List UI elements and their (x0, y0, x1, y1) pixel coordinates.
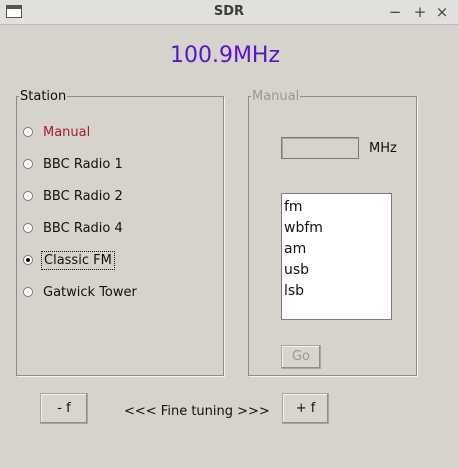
station-option-bbc-radio-4[interactable]: BBC Radio 4 (23, 217, 125, 239)
manual-group-legend: Manual (252, 89, 300, 104)
station-option-label: Manual (43, 124, 91, 140)
station-option-label: BBC Radio 4 (43, 220, 123, 236)
radio-button-bbc-radio-4[interactable] (23, 223, 33, 233)
fine-tuning-label: <<< Fine tuning >>> (124, 404, 270, 419)
station-option-label: Classic FM (41, 250, 115, 270)
station-option-label: BBC Radio 2 (43, 188, 123, 204)
radio-button-classic-fm[interactable] (23, 255, 33, 265)
minimize-button[interactable]: − (386, 2, 404, 22)
radio-button-bbc-radio-2[interactable] (23, 191, 33, 201)
station-option-manual[interactable]: Manual (23, 121, 92, 143)
mode-item-lsb[interactable]: lsb (284, 281, 391, 302)
station-option-label: BBC Radio 1 (43, 156, 123, 172)
station-group-legend: Station (20, 89, 67, 104)
radio-button-gatwick-tower[interactable] (23, 287, 33, 297)
station-option-label: Gatwick Tower (43, 284, 137, 300)
mhz-unit-label: MHz (369, 141, 397, 156)
close-button[interactable]: × (433, 2, 451, 22)
radio-button-bbc-radio-1[interactable] (23, 159, 33, 169)
mode-item-am[interactable]: am (284, 239, 391, 260)
go-button[interactable]: Go (281, 345, 321, 369)
maximize-button[interactable]: + (411, 2, 429, 22)
title-bar[interactable]: SDR − + × (0, 0, 458, 25)
mode-item-usb[interactable]: usb (284, 260, 391, 281)
station-option-bbc-radio-1[interactable]: BBC Radio 1 (23, 153, 125, 175)
station-option-gatwick-tower[interactable]: Gatwick Tower (23, 281, 139, 303)
fine-tune-up-button[interactable]: + f (282, 393, 329, 424)
radio-button-manual[interactable] (23, 127, 33, 137)
station-option-bbc-radio-2[interactable]: BBC Radio 2 (23, 185, 125, 207)
station-option-classic-fm[interactable]: Classic FM (23, 249, 115, 271)
mode-listbox[interactable]: fm wbfm am usb lsb (281, 193, 392, 320)
manual-frequency-input[interactable] (281, 137, 359, 159)
frequency-display: 100.9MHz (169, 43, 281, 68)
mode-item-wbfm[interactable]: wbfm (284, 218, 391, 239)
fine-tune-down-button[interactable]: - f (40, 393, 88, 424)
mode-item-fm[interactable]: fm (284, 197, 391, 218)
